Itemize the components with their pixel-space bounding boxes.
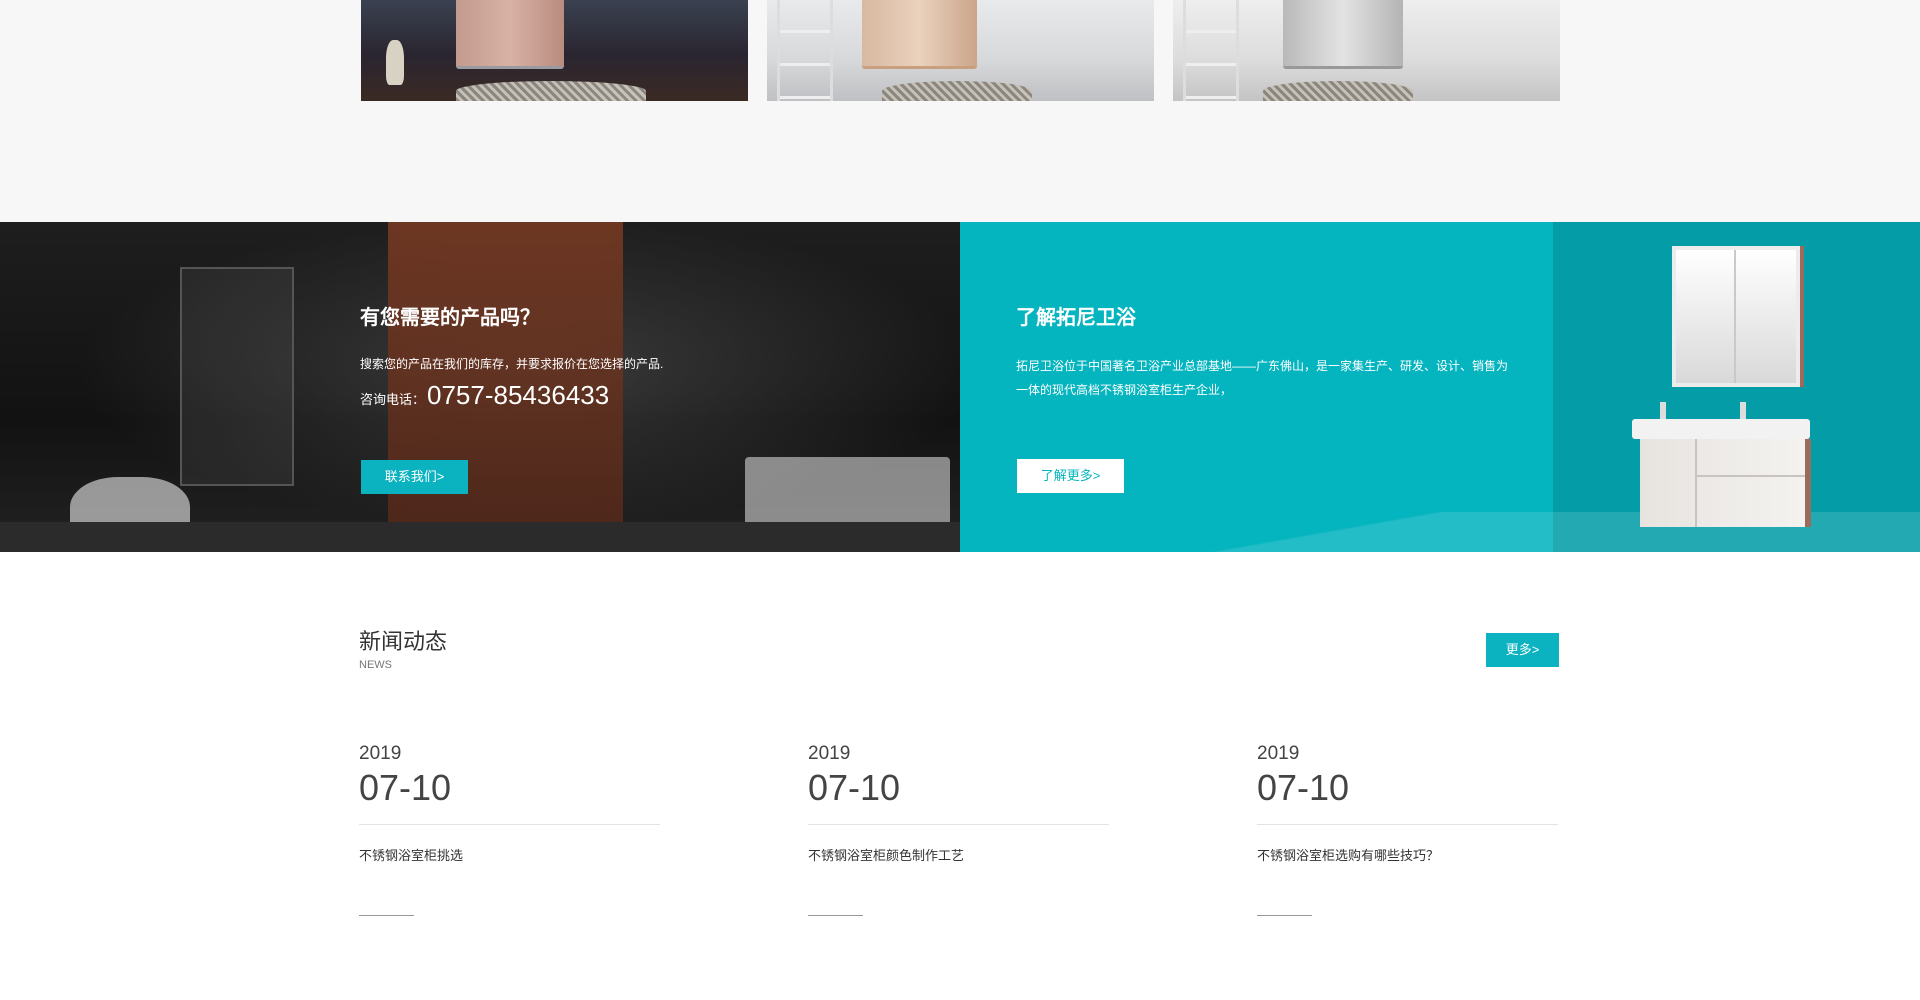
news-divider: [808, 824, 1109, 825]
news-accent-line: [1257, 915, 1312, 916]
news-date: 07-10: [359, 767, 452, 808]
news-link[interactable]: 不锈钢浴室柜挑选: [359, 847, 660, 865]
page: 有您需要的产品吗？ 搜索您的产品在我们的库存，并要求报价在您选择的产品. 咨询电…: [0, 0, 1920, 1000]
phone-row: 咨询电话： 0757-85436433: [360, 380, 920, 411]
sink-top-image: [1632, 419, 1810, 439]
news-accent-line: [359, 915, 414, 916]
news-date: 07-10: [808, 767, 901, 808]
contact-banner-description: 搜索您的产品在我们的库存，并要求报价在您选择的产品.: [360, 357, 664, 371]
news-item: 2019 07-10 不锈钢浴室柜挑选: [359, 742, 660, 916]
vase-decoration: [386, 40, 404, 85]
product-image-3[interactable]: [1173, 0, 1560, 101]
news-date: 07-10: [1257, 767, 1350, 808]
contact-banner-content: 有您需要的产品吗？ 搜索您的产品在我们的库存，并要求报价在您选择的产品. 咨询电…: [360, 304, 920, 411]
news-link[interactable]: 不锈钢浴室柜选购有哪些技巧？: [1257, 847, 1558, 865]
about-banner-content: 了解拓尼卫浴 拓尼卫浴位于中国著名卫浴产业总部基地——广东佛山，是一家集生产、研…: [1016, 304, 1516, 402]
cabinet-shape: [456, 0, 564, 69]
about-banner-title: 了解拓尼卫浴: [1016, 307, 1136, 329]
cabinet-shape: [862, 0, 977, 69]
cabinet-shape: [1283, 0, 1403, 69]
learn-more-button[interactable]: 了解更多>: [1017, 459, 1124, 493]
contact-banner: 有您需要的产品吗？ 搜索您的产品在我们的库存，并要求报价在您选择的产品. 咨询电…: [0, 222, 960, 552]
news-year: 2019: [359, 743, 402, 764]
news-heading: 新闻动态 NEWS: [359, 628, 447, 672]
news-item: 2019 07-10 不锈钢浴室柜选购有哪些技巧？: [1257, 742, 1558, 916]
news-accent-line: [808, 915, 863, 916]
news-divider: [1257, 824, 1558, 825]
news-divider: [359, 824, 660, 825]
mirror-cabinet-image: [1672, 246, 1800, 387]
news-title: 新闻动态: [359, 629, 448, 654]
contact-banner-title: 有您需要的产品吗？: [360, 307, 540, 329]
about-banner-description: 拓尼卫浴位于中国著名卫浴产业总部基地——广东佛山，是一家集生产、研发、设计、销售…: [1016, 359, 1509, 397]
background-shower: [180, 267, 294, 486]
phone-number: 0757-85436433: [427, 380, 610, 410]
product-strip: [0, 0, 1920, 222]
phone-label: 咨询电话：: [360, 392, 426, 407]
news-year: 2019: [808, 743, 851, 764]
news-subtitle: NEWS: [359, 659, 392, 671]
vanity-cabinet-image: [1640, 439, 1805, 527]
faucet-shape: [1660, 402, 1666, 420]
product-image-1[interactable]: [361, 0, 748, 101]
faucet-shape: [1740, 402, 1746, 420]
shelf-decoration: [1183, 0, 1239, 101]
news-section: 新闻动态 NEWS 更多> 2019 07-10 不锈钢浴室柜挑选 2019 0…: [0, 552, 1920, 1000]
rug-shape: [882, 81, 1032, 101]
rug-shape: [1263, 81, 1413, 101]
news-item: 2019 07-10 不锈钢浴室柜颜色制作工艺: [808, 742, 1109, 916]
news-year: 2019: [1257, 743, 1300, 764]
about-banner: 了解拓尼卫浴 拓尼卫浴位于中国著名卫浴产业总部基地——广东佛山，是一家集生产、研…: [960, 222, 1920, 552]
news-link[interactable]: 不锈钢浴室柜颜色制作工艺: [808, 847, 1109, 865]
product-image-2[interactable]: [767, 0, 1154, 101]
contact-us-button[interactable]: 联系我们>: [361, 460, 468, 494]
news-more-button[interactable]: 更多>: [1486, 633, 1559, 667]
info-banner: 有您需要的产品吗？ 搜索您的产品在我们的库存，并要求报价在您选择的产品. 咨询电…: [0, 222, 1920, 552]
shelf-decoration: [777, 0, 833, 101]
background-floor: [0, 522, 960, 552]
rug-shape: [456, 81, 646, 101]
